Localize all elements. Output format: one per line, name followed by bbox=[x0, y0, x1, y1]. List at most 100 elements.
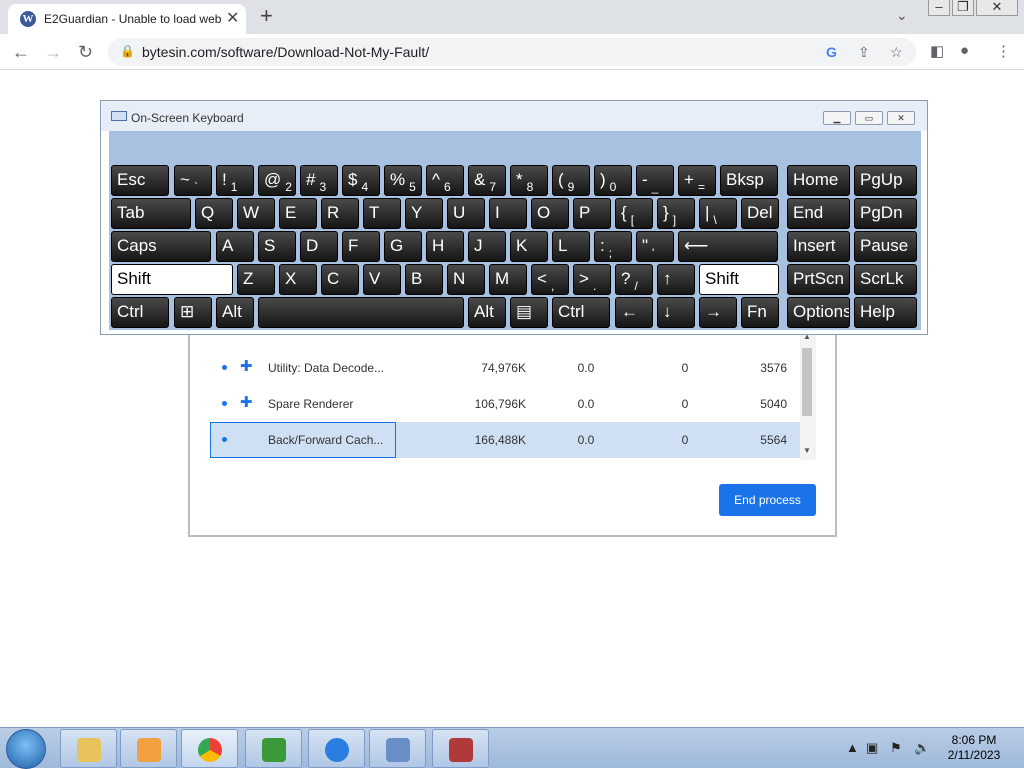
key-symbol-3-9[interactable]: >. bbox=[573, 264, 611, 295]
share-icon[interactable]: ⇪ bbox=[858, 44, 870, 61]
tab-active[interactable]: W E2Guardian - Unable to load web page ✕ bbox=[8, 4, 246, 34]
key-alt-4-4[interactable]: Alt bbox=[468, 297, 506, 328]
osk-close-button[interactable]: ✕ bbox=[887, 111, 915, 125]
key-symbol-2-12[interactable]: ⟵ bbox=[678, 231, 778, 262]
key-j-2-7[interactable]: J bbox=[468, 231, 506, 262]
key-end-1-15[interactable]: End bbox=[787, 198, 850, 229]
key-symbol-4-7[interactable]: ← bbox=[615, 297, 653, 328]
key-esc-0-0[interactable]: Esc bbox=[111, 165, 169, 196]
show-hidden-icons-icon[interactable]: ▲ bbox=[846, 740, 859, 755]
winrar-taskbar-button[interactable] bbox=[432, 729, 489, 768]
key-s-2-2[interactable]: S bbox=[258, 231, 296, 262]
key-e-1-3[interactable]: E bbox=[279, 198, 317, 229]
key-symbol-0-10[interactable]: (9 bbox=[552, 165, 590, 196]
osk-restore-button[interactable]: ▭ bbox=[855, 111, 883, 125]
end-process-button[interactable]: End process bbox=[719, 484, 816, 516]
google-icon[interactable]: G bbox=[826, 44, 837, 60]
key-g-2-5[interactable]: G bbox=[384, 231, 422, 262]
key-insert-2-13[interactable]: Insert bbox=[787, 231, 850, 262]
key-symbol-4-5[interactable]: ▤ bbox=[510, 297, 548, 328]
key-o-1-9[interactable]: O bbox=[531, 198, 569, 229]
close-window-button[interactable]: ✕ bbox=[976, 0, 1018, 16]
key-shift-3-0[interactable]: Shift bbox=[111, 264, 233, 295]
key-symbol-4-1[interactable]: ⊞ bbox=[174, 297, 212, 328]
new-tab-button[interactable]: + bbox=[260, 3, 273, 29]
key-symbol-0-12[interactable]: - _ bbox=[636, 165, 674, 196]
key-bksp-0-14[interactable]: Bksp bbox=[720, 165, 778, 196]
back-arrow-icon[interactable]: ← bbox=[12, 42, 30, 63]
minimize-window-button[interactable]: – bbox=[928, 0, 950, 16]
key-y-1-6[interactable]: Y bbox=[405, 198, 443, 229]
side-panel-icon[interactable]: ◧ bbox=[930, 42, 944, 60]
key-b-3-5[interactable]: B bbox=[405, 264, 443, 295]
profile-avatar-icon[interactable]: ● bbox=[960, 42, 969, 59]
key-k-2-8[interactable]: K bbox=[510, 231, 548, 262]
osk-title-bar[interactable]: On-Screen Keyboard ▁ ▭ ✕ bbox=[101, 101, 927, 131]
key-symbol-1-11[interactable]: {[ bbox=[615, 198, 653, 229]
key-caps-2-0[interactable]: Caps bbox=[111, 231, 211, 262]
clock[interactable]: 8:06 PM 2/11/2023 bbox=[940, 733, 1008, 763]
media-player-taskbar-button[interactable] bbox=[120, 729, 177, 768]
lock-icon[interactable]: 🔒 bbox=[120, 44, 135, 58]
key-q-1-1[interactable]: Q bbox=[195, 198, 233, 229]
key-a-2-1[interactable]: A bbox=[216, 231, 254, 262]
key-l-2-9[interactable]: L bbox=[552, 231, 590, 262]
vertical-scrollbar[interactable]: ▲ ▼ bbox=[800, 330, 816, 460]
key-prtscn-3-13[interactable]: PrtScn bbox=[787, 264, 850, 295]
chrome-taskbar-button[interactable] bbox=[181, 729, 238, 768]
key-tab-1-0[interactable]: Tab bbox=[111, 198, 191, 229]
key-d-2-3[interactable]: D bbox=[300, 231, 338, 262]
key-symbol-1-13[interactable]: | \ bbox=[699, 198, 737, 229]
key-f-2-4[interactable]: F bbox=[342, 231, 380, 262]
key-t-1-5[interactable]: T bbox=[363, 198, 401, 229]
action-center-flag-icon[interactable]: ⚑ bbox=[890, 740, 902, 756]
key-pause-2-14[interactable]: Pause bbox=[854, 231, 917, 262]
key-options-4-11[interactable]: Options bbox=[787, 297, 850, 328]
key-symbol-0-13[interactable]: + = bbox=[678, 165, 716, 196]
key-symbol-0-6[interactable]: % 5 bbox=[384, 165, 422, 196]
key-symbol-2-10[interactable]: :; bbox=[594, 231, 632, 262]
key-del-1-14[interactable]: Del bbox=[741, 198, 779, 229]
start-button[interactable] bbox=[6, 729, 46, 769]
network-icon[interactable]: ▣ bbox=[866, 740, 878, 756]
table-row[interactable]: ✚ Spare Renderer 106,796K 0.0 0 5040 bbox=[210, 386, 800, 422]
key-alt-4-2[interactable]: Alt bbox=[216, 297, 254, 328]
scrollbar-thumb[interactable] bbox=[802, 348, 812, 416]
forward-arrow-icon[interactable]: → bbox=[44, 42, 62, 63]
key-x-3-2[interactable]: X bbox=[279, 264, 317, 295]
tab-close-icon[interactable]: ✕ bbox=[226, 8, 239, 28]
key-w-1-2[interactable]: W bbox=[237, 198, 275, 229]
key-symbol-3-8[interactable]: <, bbox=[531, 264, 569, 295]
key-m-3-7[interactable]: M bbox=[489, 264, 527, 295]
key-pgdn-1-16[interactable]: PgDn bbox=[854, 198, 917, 229]
volume-icon[interactable]: 🔊 bbox=[914, 740, 930, 756]
table-row-selected[interactable]: Back/Forward Cach... 166,488K 0.0 0 5564 bbox=[210, 422, 800, 458]
key-symbol-0-4[interactable]: #3 bbox=[300, 165, 338, 196]
key-u-1-7[interactable]: U bbox=[447, 198, 485, 229]
key-pgup-0-16[interactable]: PgUp bbox=[854, 165, 917, 196]
file-explorer-taskbar-button[interactable] bbox=[60, 729, 117, 768]
key-c-3-3[interactable]: C bbox=[321, 264, 359, 295]
address-bar[interactable]: 🔒 bytesin.com/software/Download-Not-My-F… bbox=[108, 38, 916, 66]
key-h-2-6[interactable]: H bbox=[426, 231, 464, 262]
key-symbol-0-5[interactable]: $4 bbox=[342, 165, 380, 196]
key-fn-4-10[interactable]: Fn bbox=[741, 297, 779, 328]
key-z-3-1[interactable]: Z bbox=[237, 264, 275, 295]
key-shift-3-12[interactable]: Shift bbox=[699, 264, 779, 295]
key-ctrl-4-6[interactable]: Ctrl bbox=[552, 297, 610, 328]
key-r-1-4[interactable]: R bbox=[321, 198, 359, 229]
scroll-down-arrow-icon[interactable]: ▼ bbox=[803, 446, 811, 455]
reload-icon[interactable]: ↻ bbox=[78, 42, 93, 63]
menu-kebab-icon[interactable]: ⋮ bbox=[996, 42, 1011, 60]
key-n-3-6[interactable]: N bbox=[447, 264, 485, 295]
key-symbol-0-9[interactable]: * 8 bbox=[510, 165, 548, 196]
key-symbol-3-10[interactable]: ? / bbox=[615, 264, 653, 295]
key-symbol-0-2[interactable]: ! 1 bbox=[216, 165, 254, 196]
key-symbol-3-11[interactable]: ↑ bbox=[657, 264, 695, 295]
key-symbol-2-11[interactable]: " ' bbox=[636, 231, 674, 262]
key-v-3-4[interactable]: V bbox=[363, 264, 401, 295]
url-text[interactable]: bytesin.com/software/Download-Not-My-Fau… bbox=[142, 44, 429, 60]
key-symbol-0-8[interactable]: & 7 bbox=[468, 165, 506, 196]
osk-minimize-button[interactable]: ▁ bbox=[823, 111, 851, 125]
key-symbol-4-9[interactable]: → bbox=[699, 297, 737, 328]
